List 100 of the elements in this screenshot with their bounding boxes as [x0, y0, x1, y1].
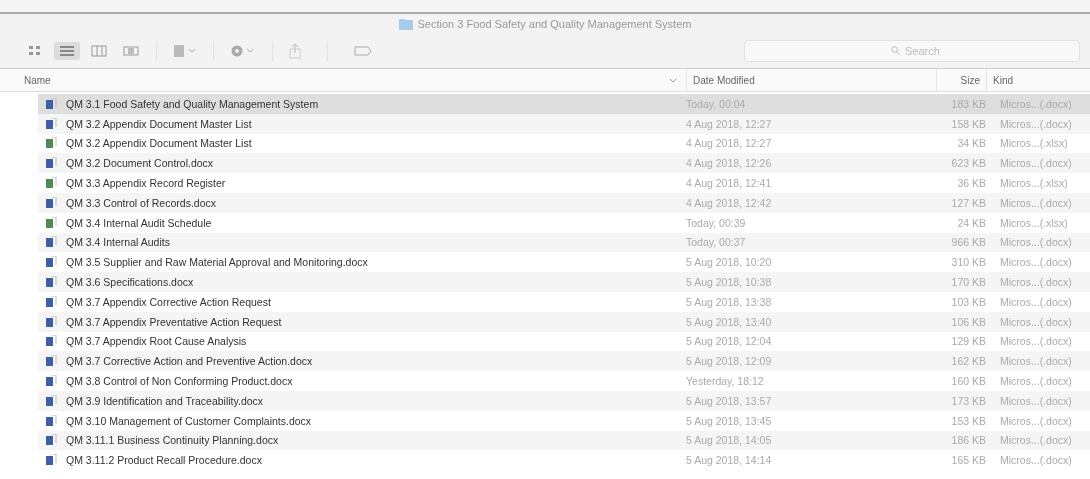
file-name: QM 3.2 Appendix Document Master List — [66, 117, 252, 130]
file-name: QM 3.11.1 Business Continuity Planning.docx — [66, 434, 279, 447]
date-modified: Today, 00:37 — [686, 236, 747, 249]
document-icon — [46, 375, 57, 388]
file-name: QM 3.6 Specifications.docx — [66, 276, 194, 289]
file-row[interactable]: QM 3.4 Internal Audit Schedule Today, 00:39 24 KB Micros...(.xlsx) — [38, 212, 1090, 233]
date-modified: 5 Aug 2018, 12:09 — [686, 355, 773, 368]
search-field[interactable]: Search — [744, 40, 1080, 62]
document-icon — [46, 335, 57, 348]
date-modified: 5 Aug 2018, 13:40 — [686, 315, 773, 328]
file-kind: Micros...(.docx) — [999, 335, 1073, 348]
date-modified: 4 Aug 2018, 12:26 — [686, 157, 773, 170]
file-name: QM 3.3 Control of Records.docx — [66, 196, 216, 209]
file-size: 158 KB — [950, 117, 986, 130]
file-kind: Micros...(.docx) — [999, 157, 1073, 170]
column-header[interactable]: Kind — [986, 69, 1090, 91]
file-size: 24 KB — [956, 216, 986, 229]
date-modified: 5 Aug 2018, 10:20 — [686, 256, 773, 269]
file-kind: Micros...(.docx) — [999, 414, 1073, 427]
file-row[interactable]: QM 3.2 Appendix Document Master List 4 Aug 2018, 12:27 158 KB Micros...(.docx) — [38, 113, 1090, 134]
file-kind: Micros...(.xlsx) — [999, 137, 1069, 150]
list-view-button[interactable] — [54, 42, 80, 60]
file-size: 186 KB — [950, 434, 986, 447]
file-row[interactable]: QM 3.8 Control of Non Conforming Product.docx Yesterday, 18:12 160 KB Micros...(.docx) — [38, 371, 1090, 391]
file-name: QM 3.7 Appendix Preventative Action Request — [66, 315, 282, 328]
file-row[interactable]: QM 3.4 Internal Audits Today, 00:37 966 KB Micros...(.docx) — [38, 232, 1090, 253]
file-kind: Micros...(.docx) — [999, 236, 1073, 249]
file-name: QM 3.10 Management of Customer Complaints.docx — [66, 414, 312, 427]
document-icon — [46, 394, 57, 407]
file-size: 966 KB — [950, 236, 986, 249]
file-row[interactable]: QM 3.6 Specifications.docx 5 Aug 2018, 10:38 170 KB Micros...(.docx) — [38, 272, 1090, 292]
date-modified: 5 Aug 2018, 14:14 — [686, 454, 773, 467]
column-header[interactable]: Size — [936, 69, 986, 91]
file-row[interactable]: QM 3.11.2 Product Recall Procedure.docx 5 Aug 2018, 14:14 165 KB Micros...(.docx) — [38, 450, 1090, 471]
search-icon — [891, 46, 900, 55]
coverflow-view-icon — [123, 43, 139, 59]
column-header[interactable]: Name — [0, 69, 660, 91]
file-name: QM 3.2 Appendix Document Master List — [66, 137, 252, 150]
file-row[interactable]: QM 3.10 Management of Customer Complaints.docx 5 Aug 2018, 13:45 153 KB Micros...(.docx) — [38, 410, 1090, 431]
date-modified: Yesterday, 18:12 — [686, 375, 765, 388]
date-modified: 5 Aug 2018, 10:38 — [686, 276, 773, 289]
date-modified: 5 Aug 2018, 13:38 — [686, 295, 773, 308]
document-icon — [46, 236, 57, 249]
file-name: QM 3.2 Document Control.docx — [66, 157, 214, 170]
file-size: 153 KB — [950, 414, 986, 427]
file-kind: Micros...(.docx) — [999, 196, 1073, 209]
file-size: 103 KB — [950, 295, 986, 308]
document-icon — [46, 276, 57, 289]
file-size: 106 KB — [950, 315, 986, 328]
file-size: 36 KB — [956, 177, 986, 190]
spreadsheet-icon — [46, 216, 57, 229]
file-row[interactable]: QM 3.3 Appendix Record Register 4 Aug 2018, 12:41 36 KB Micros...(.xlsx) — [38, 173, 1090, 193]
file-kind: Micros...(.docx) — [999, 454, 1073, 467]
file-size: 310 KB — [950, 256, 986, 269]
file-row[interactable]: QM 3.5 Supplier and Raw Material Approval and Monitoring.docx 5 Aug 2018, 10:20 310 KB Micros...(.docx) — [38, 252, 1090, 273]
date-modified: 5 Aug 2018, 14:05 — [686, 434, 773, 447]
file-kind: Micros...(.xlsx) — [999, 216, 1069, 229]
file-size: 160 KB — [950, 375, 986, 388]
file-kind: Micros...(.xlsx) — [999, 177, 1069, 190]
document-icon — [46, 117, 57, 130]
document-icon — [46, 256, 57, 269]
file-size: 165 KB — [950, 454, 986, 467]
file-kind: Micros...(.docx) — [999, 315, 1073, 328]
file-name: QM 3.3 Appendix Record Register — [66, 177, 226, 190]
document-icon — [46, 355, 57, 368]
date-modified: 4 Aug 2018, 12:27 — [686, 117, 773, 130]
file-row[interactable]: QM 3.9 Identification and Traceability.docx 5 Aug 2018, 13:57 173 KB Micros...(.docx) — [38, 390, 1090, 411]
file-size: 129 KB — [950, 335, 986, 348]
date-modified: 4 Aug 2018, 12:27 — [686, 137, 773, 150]
file-row[interactable]: QM 3.7 Corrective Action and Preventive Action.docx 5 Aug 2018, 12:09 162 KB Micros...(.docx) — [38, 351, 1090, 372]
file-size: 34 KB — [956, 137, 986, 150]
columns-view-icon — [91, 43, 107, 59]
document-icon — [46, 97, 57, 110]
document-icon — [46, 414, 57, 427]
document-icon — [46, 196, 57, 209]
file-kind: Micros...(.docx) — [999, 117, 1073, 130]
file-row[interactable]: QM 3.2 Document Control.docx 4 Aug 2018, 12:26 623 KB Micros...(.docx) — [38, 153, 1090, 174]
file-row[interactable]: QM 3.2 Appendix Document Master List 4 Aug 2018, 12:27 34 KB Micros...(.xlsx) — [38, 133, 1090, 154]
column-header[interactable]: Date Modified — [686, 69, 936, 91]
sort-icon — [669, 78, 677, 83]
file-name: QM 3.4 Internal Audits — [66, 236, 170, 249]
file-size: 170 KB — [950, 276, 986, 289]
date-modified: 5 Aug 2018, 13:57 — [686, 394, 773, 407]
document-icon — [46, 295, 57, 308]
date-modified: 5 Aug 2018, 13:45 — [686, 414, 773, 427]
document-icon — [46, 157, 57, 170]
list-view-icon — [59, 43, 75, 59]
file-name: QM 3.7 Corrective Action and Preventive Action.docx — [66, 355, 313, 368]
file-name: QM 3.11.2 Product Recall Procedure.docx — [66, 454, 262, 467]
file-name: QM 3.9 Identification and Traceability.docx — [66, 394, 264, 407]
file-name: QM 3.7 Appendix Corrective Action Request — [66, 295, 271, 308]
file-row[interactable]: QM 3.3 Control of Records.docx 4 Aug 2018, 12:42 127 KB Micros...(.docx) — [38, 193, 1090, 213]
file-row[interactable]: QM 3.11.1 Business Continuity Planning.docx 5 Aug 2018, 14:05 186 KB Micros...(.docx) — [38, 430, 1090, 451]
file-row[interactable]: QM 3.7 Appendix Corrective Action Request 5 Aug 2018, 13:38 103 KB Micros...(.docx) — [38, 291, 1090, 312]
file-row[interactable]: QM 3.7 Appendix Root Cause Analysis 5 Aug 2018, 12:04 129 KB Micros...(.docx) — [38, 331, 1090, 352]
file-kind: Micros...(.docx) — [999, 295, 1073, 308]
file-name: QM 3.4 Internal Audit Schedule — [66, 216, 212, 229]
file-row[interactable]: QM 3.7 Appendix Preventative Action Request 5 Aug 2018, 13:40 106 KB Micros...(.docx) — [38, 311, 1090, 332]
spreadsheet-icon — [46, 137, 57, 150]
document-icon — [46, 315, 57, 328]
